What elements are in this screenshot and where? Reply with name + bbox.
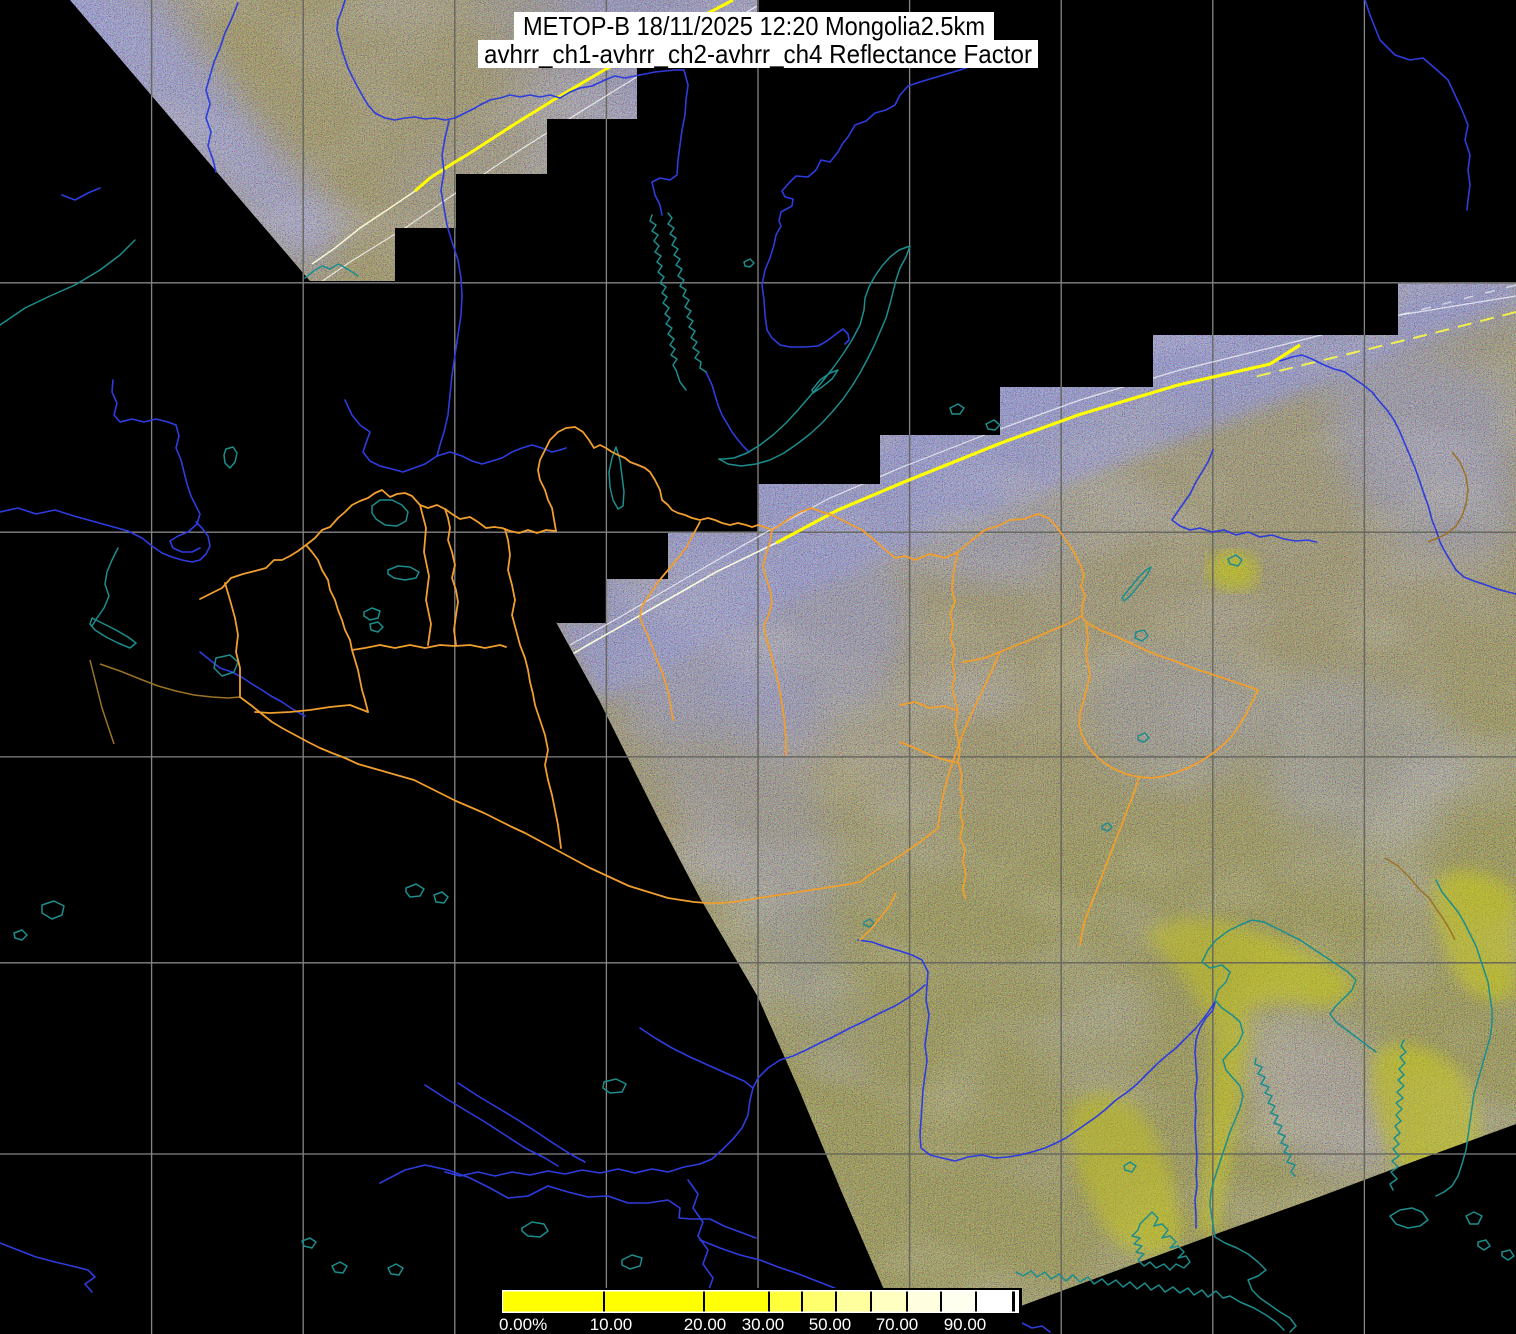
svg-text:90.00: 90.00: [944, 1315, 987, 1334]
svg-text:30.00: 30.00: [742, 1315, 785, 1334]
svg-text:10.00: 10.00: [590, 1315, 633, 1334]
svg-text:0.00%: 0.00%: [499, 1315, 547, 1334]
svg-text:METOP-B 18/11/2025 12:20 Mongo: METOP-B 18/11/2025 12:20 Mongolia2.5km: [523, 11, 985, 41]
svg-text:50.00: 50.00: [809, 1315, 852, 1334]
svg-text:70.00: 70.00: [876, 1315, 919, 1334]
svg-text:20.00: 20.00: [684, 1315, 727, 1334]
svg-text:avhrr_ch1-avhrr_ch2-avhrr_ch4: avhrr_ch1-avhrr_ch2-avhrr_ch4 Reflectanc…: [484, 39, 1032, 69]
